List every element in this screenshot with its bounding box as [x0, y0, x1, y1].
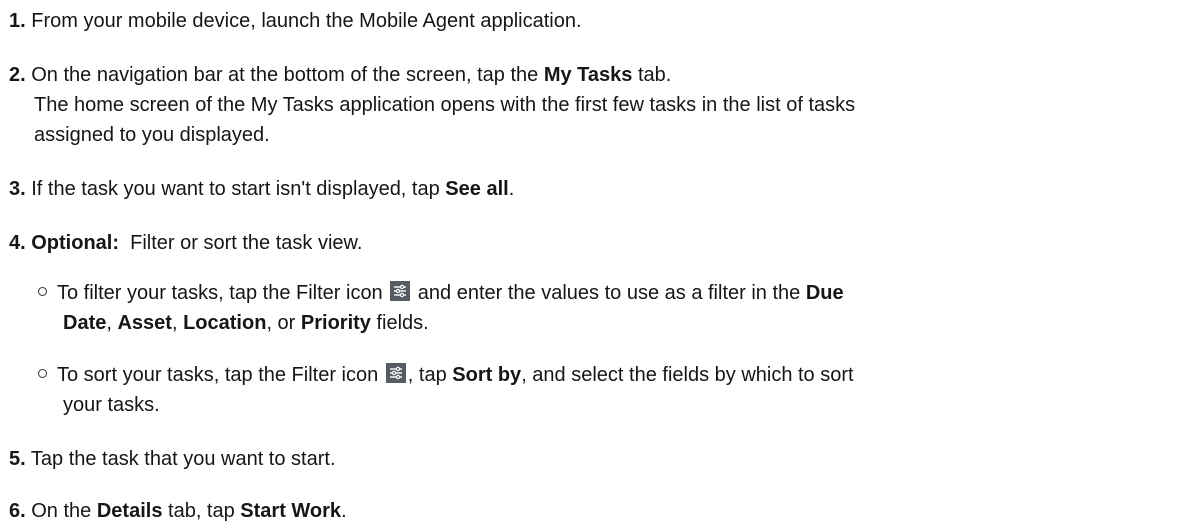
step-number: 1.	[9, 10, 26, 32]
step-text: If the task you want to start isn't disp…	[31, 178, 446, 200]
step-text: tab, tap	[162, 500, 241, 522]
due-field-label: Due	[805, 282, 844, 304]
step-1: 1. From your mobile device, launch the M…	[9, 6, 1186, 36]
filter-icon	[390, 281, 411, 301]
result-line: The home screen of the My Tasks applicat…	[34, 94, 856, 116]
step-6: 6. On the Details tab, tap Start Work.	[9, 496, 1186, 526]
sub-text: fields.	[370, 312, 429, 334]
details-tab-label: Details	[96, 500, 163, 522]
step-number: 6.	[9, 500, 26, 522]
bullet	[38, 369, 47, 378]
step-number: 4.	[9, 232, 26, 254]
step-text: .	[508, 178, 515, 200]
sub-text: ,	[106, 312, 118, 334]
step-3: 3. If the task you want to start isn't d…	[9, 174, 1186, 204]
sub-text: To sort your tasks, tap the Filter icon	[57, 364, 384, 386]
step-text: On the navigation bar at the bottom of t…	[31, 64, 544, 86]
sub-step-sort: To sort your tasks, tap the Filter icon …	[38, 360, 1186, 420]
location-field-label: Location	[183, 312, 267, 334]
step-4: 4. Optional: Filter or sort the task vie…	[9, 228, 1186, 258]
sub-text: your tasks.	[63, 394, 160, 416]
step-number: 2.	[9, 64, 26, 86]
step-text: tab.	[632, 64, 672, 86]
priority-field-label: Priority	[300, 312, 371, 334]
step-text: Filter or sort the task view.	[119, 232, 363, 254]
sub-step-filter: To filter your tasks, tap the Filter ico…	[38, 278, 1186, 338]
my-tasks-tab-label: My Tasks	[543, 64, 633, 86]
step-text: On the	[31, 500, 97, 522]
sort-by-label: Sort by	[452, 364, 522, 386]
result-line: assigned to you displayed.	[34, 124, 270, 146]
sub-text: ,	[171, 312, 184, 334]
asset-field-label: Asset	[117, 312, 172, 334]
step-number: 3.	[9, 178, 26, 200]
sub-text: , and select the fields by which to sort	[521, 364, 854, 386]
step-text: From your mobile device, launch the Mobi…	[31, 10, 582, 32]
start-work-label: Start Work	[240, 500, 342, 522]
procedure-document: 1. From your mobile device, launch the M…	[0, 0, 1198, 532]
step-5: 5. Tap the task that you want to start.	[9, 444, 1186, 474]
sub-text: To filter your tasks, tap the Filter ico…	[57, 282, 389, 304]
step-result: The home screen of the My Tasks applicat…	[9, 90, 1186, 150]
step-2: 2. On the navigation bar at the bottom o…	[9, 60, 1186, 150]
bullet	[38, 287, 47, 296]
step-number: 5.	[9, 448, 26, 470]
step-text: .	[341, 500, 347, 522]
date-field-label: Date	[63, 312, 107, 334]
optional-label: Optional:	[31, 232, 120, 254]
see-all-label: See all	[445, 178, 509, 200]
filter-icon	[385, 363, 406, 383]
sub-text: , tap	[407, 364, 453, 386]
sub-text: and enter the values to use as a filter …	[412, 282, 806, 304]
sub-text: , or	[266, 312, 301, 334]
step-text: Tap the task that you want to start.	[30, 448, 336, 470]
